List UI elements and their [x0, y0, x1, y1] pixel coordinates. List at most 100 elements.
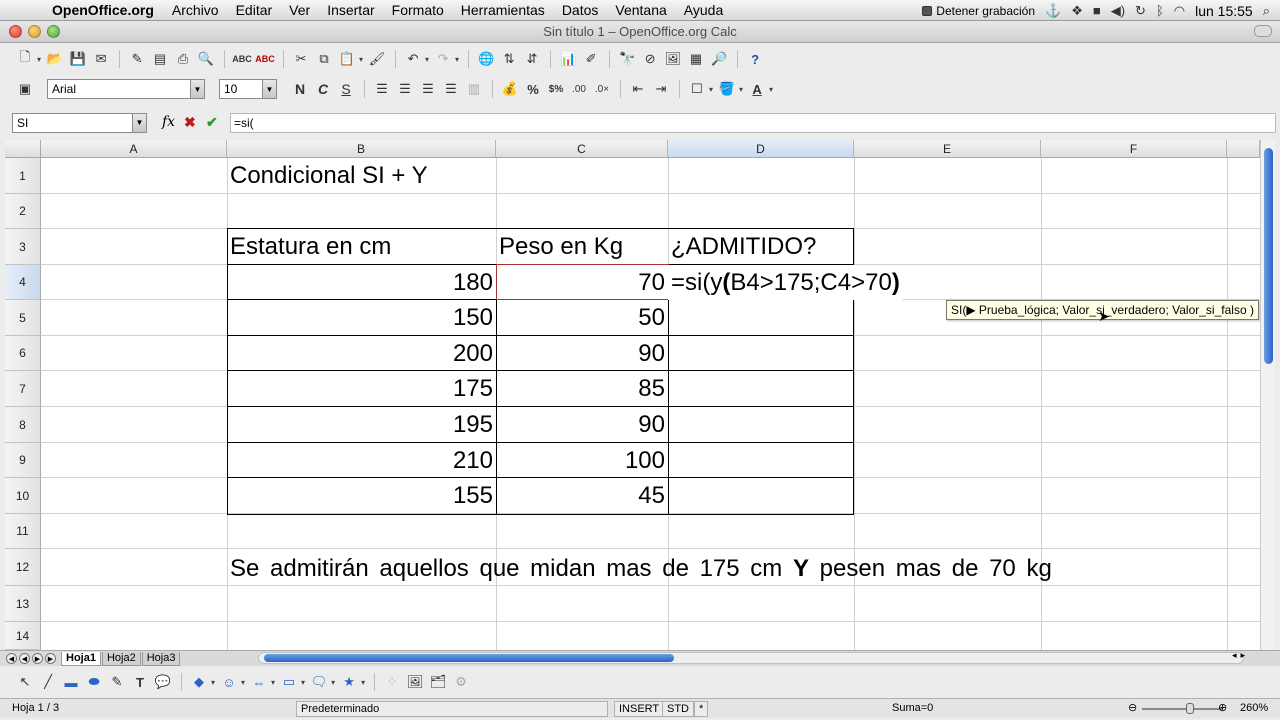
column-header-e[interactable]: E [854, 140, 1041, 158]
help-icon[interactable]: ? [744, 48, 766, 70]
cell-peso[interactable]: 90 [496, 336, 668, 371]
menu-ver[interactable]: Ver [289, 2, 310, 18]
cell-estatura[interactable]: 180 [227, 265, 496, 300]
time-machine-icon[interactable]: ↻ [1135, 3, 1146, 19]
sheet-tab-hoja3[interactable]: Hoja3 [141, 651, 181, 666]
export-pdf-icon[interactable]: ▤ [149, 48, 171, 70]
format-paintbrush-icon[interactable]: 🖌 [366, 48, 388, 70]
spellcheck-icon[interactable]: ABC [231, 48, 253, 70]
column-header-d[interactable]: D [668, 140, 854, 158]
font-size-select[interactable]: 10 ▼ [219, 79, 277, 99]
email-icon[interactable]: ✉ [90, 48, 112, 70]
cell-peso[interactable]: 100 [496, 443, 668, 478]
ellipse-tool-icon[interactable]: ⬬ [83, 671, 105, 693]
select-pointer-icon[interactable]: ↖ [14, 671, 36, 693]
percent-format-icon[interactable]: % [522, 78, 544, 100]
row-header-13[interactable]: 13 [5, 586, 41, 622]
stars-dropdown-icon[interactable]: ▾ [361, 678, 365, 687]
zoom-icon[interactable]: 🔎 [708, 48, 730, 70]
page-preview-icon[interactable]: 🔍 [195, 48, 217, 70]
flowchart-dropdown-icon[interactable]: ▾ [301, 678, 305, 687]
cell-estatura[interactable]: 175 [227, 371, 496, 406]
symbol-shapes-dropdown-icon[interactable]: ▾ [241, 678, 245, 687]
selection-mode[interactable]: STD [662, 701, 694, 717]
points-icon[interactable]: ⁘ [381, 671, 403, 693]
delete-decimal-icon[interactable]: .0× [591, 78, 613, 100]
redo-icon[interactable]: ↷ [432, 48, 454, 70]
name-box[interactable]: SI ▼ [12, 113, 147, 133]
background-color-dropdown-icon[interactable]: ▾ [739, 85, 743, 94]
horizontal-scroll-arrows[interactable]: ◂▸ [1232, 650, 1249, 661]
zoom-in-icon[interactable]: ⊕ [1218, 701, 1227, 717]
from-file-icon[interactable]: 🖼 [404, 671, 426, 693]
accept-formula-button[interactable]: ✔ [206, 114, 218, 131]
currency-format-icon[interactable]: 💰 [499, 78, 521, 100]
row-header-8[interactable]: 8 [5, 407, 41, 443]
text-tool-icon[interactable]: T [129, 671, 151, 693]
print-icon[interactable]: ⎙ [172, 48, 194, 70]
header-estatura[interactable]: Estatura en cm [227, 229, 394, 264]
menu-archivo[interactable]: Archivo [172, 2, 219, 18]
redo-dropdown-icon[interactable]: ▾ [455, 55, 459, 64]
formula-input[interactable]: =si( [230, 113, 1276, 133]
find-replace-icon[interactable]: 🔭 [616, 48, 638, 70]
borders-icon[interactable]: ☐ [686, 78, 708, 100]
vertical-scroll-thumb[interactable] [1264, 148, 1273, 364]
chevron-down-icon[interactable]: ▼ [262, 80, 276, 98]
document-modified-indicator[interactable]: * [694, 701, 709, 717]
decrease-indent-icon[interactable]: ⇤ [627, 78, 649, 100]
chevron-down-icon[interactable]: ▼ [190, 80, 204, 98]
cell-peso[interactable]: 85 [496, 371, 668, 406]
block-arrows-icon[interactable]: ⇔ [248, 671, 270, 693]
zoom-level[interactable]: 260% [1240, 701, 1268, 717]
italic-button[interactable]: C [312, 78, 334, 100]
freeform-line-icon[interactable]: ✎ [106, 671, 128, 693]
spotlight-search-icon[interactable]: ⌕ [1263, 3, 1270, 19]
column-header-c[interactable]: C [496, 140, 668, 158]
spaces-icon[interactable]: ⚓ [1045, 3, 1061, 19]
paste-dropdown-icon[interactable]: ▾ [359, 55, 363, 64]
zoom-slider-handle[interactable] [1186, 703, 1194, 714]
last-sheet-button[interactable]: ▶ [45, 653, 56, 664]
sort-descending-icon[interactable]: ⇵ [521, 48, 543, 70]
styles-formatting-icon[interactable]: ▣ [14, 78, 36, 100]
menu-ayuda[interactable]: Ayuda [684, 2, 723, 18]
header-peso[interactable]: Peso en Kg [496, 229, 626, 264]
menu-ventana[interactable]: Ventana [615, 2, 666, 18]
undo-icon[interactable]: ↶ [402, 48, 424, 70]
cancel-formula-button[interactable]: ✖ [184, 114, 196, 131]
callouts-dropdown-icon[interactable]: ▾ [331, 678, 335, 687]
column-header-b[interactable]: B [227, 140, 496, 158]
row-header-1[interactable]: 1 [5, 158, 41, 194]
hyperlink-icon[interactable]: 🌐 [475, 48, 497, 70]
stars-icon[interactable]: ★ [338, 671, 360, 693]
column-header-g[interactable] [1227, 140, 1260, 158]
cell-peso[interactable]: 50 [496, 300, 668, 335]
function-wizard-button[interactable]: fx [162, 114, 175, 130]
standard-format-icon[interactable]: $% [545, 78, 567, 100]
autospellcheck-icon[interactable]: ABC [254, 48, 276, 70]
navigator-icon[interactable]: ⊘ [639, 48, 661, 70]
row-header-10[interactable]: 10 [5, 478, 41, 514]
cell-peso[interactable]: 90 [496, 407, 668, 442]
cell-estatura[interactable]: 200 [227, 336, 496, 371]
background-color-icon[interactable]: 🪣 [716, 78, 738, 100]
column-header-a[interactable]: A [41, 140, 227, 158]
stop-recording-button[interactable]: Detener grabación [922, 4, 1035, 18]
align-right-icon[interactable]: ☰ [417, 78, 439, 100]
page-style[interactable]: Predeterminado [296, 701, 608, 717]
cell-estatura[interactable]: 155 [227, 478, 496, 513]
zoom-slider[interactable] [1142, 708, 1222, 710]
column-header-f[interactable]: F [1041, 140, 1227, 158]
sum-display[interactable]: Suma=0 [892, 701, 933, 717]
cut-icon[interactable]: ✂ [290, 48, 312, 70]
data-sources-icon[interactable]: ▦ [685, 48, 707, 70]
dropbox-icon[interactable]: ❖ [1071, 3, 1083, 19]
horizontal-scroll-thumb[interactable] [264, 654, 674, 662]
wifi-icon[interactable]: ◠ [1174, 3, 1185, 19]
spreadsheet-grid[interactable]: A B C D E F 1 2 3 4 5 6 7 8 9 10 11 12 1… [5, 140, 1275, 650]
font-name-select[interactable]: Arial ▼ [47, 79, 205, 99]
chevron-down-icon[interactable]: ▼ [132, 114, 146, 132]
font-color-icon[interactable]: A [746, 78, 768, 100]
insert-chart-icon[interactable]: 📊 [557, 48, 579, 70]
